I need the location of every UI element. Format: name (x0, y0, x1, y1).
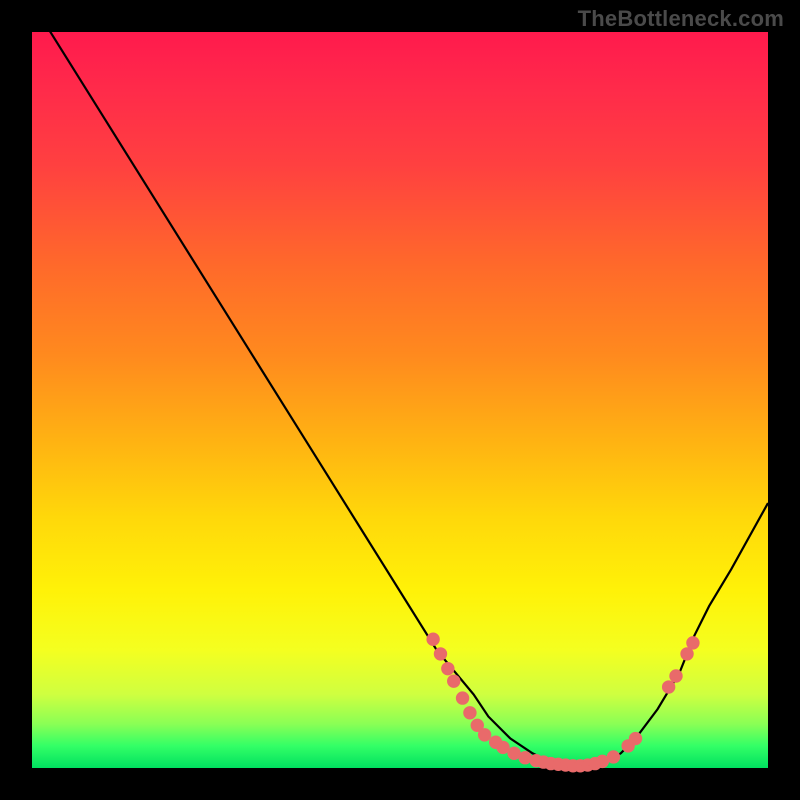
data-marker (434, 648, 446, 660)
chart-stage: TheBottleneck.com (0, 0, 800, 800)
data-marker (427, 633, 439, 645)
data-marker (607, 751, 619, 763)
watermark-text: TheBottleneck.com (578, 6, 784, 32)
data-marker (519, 752, 531, 764)
data-marker (687, 637, 699, 649)
chart-svg (32, 32, 768, 768)
curve-line (32, 3, 768, 766)
data-marker (662, 681, 674, 693)
data-marker (681, 648, 693, 660)
data-marker (442, 662, 454, 674)
data-marker (670, 670, 682, 682)
data-marker (478, 729, 490, 741)
data-marker (448, 675, 460, 687)
data-marker (497, 741, 509, 753)
plot-area (32, 32, 768, 768)
data-marker (596, 755, 608, 767)
data-marker (508, 747, 520, 759)
data-marker (456, 692, 468, 704)
data-marker (629, 732, 641, 744)
data-marker (464, 707, 476, 719)
markers (427, 633, 699, 772)
